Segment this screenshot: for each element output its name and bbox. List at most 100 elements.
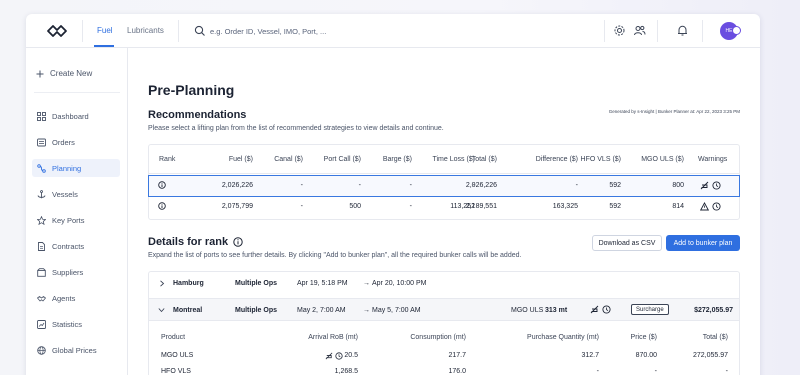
search-input[interactable] [210, 23, 430, 39]
sidebar-item-vessels[interactable]: Vessels [32, 185, 120, 203]
sidebar-item-label: Planning [52, 163, 82, 173]
bell-icon[interactable] [676, 24, 689, 37]
info-icon[interactable] [158, 181, 166, 189]
cell-purchase: - [596, 368, 599, 375]
create-new-button[interactable]: Create New [36, 69, 92, 78]
sidebar-item-contracts[interactable]: Contracts [32, 237, 120, 255]
clock-warning-icon[interactable] [712, 181, 721, 190]
box-icon [37, 267, 46, 277]
tab-fuel[interactable]: Fuel [97, 26, 113, 35]
no-barge-warning-icon[interactable] [700, 181, 709, 190]
port-row-montreal[interactable]: Montreal Multiple Ops May 2, 7:00 AM → M… [149, 298, 739, 321]
route-icon [37, 163, 46, 173]
divider [34, 92, 120, 93]
top-bar: Fuel Lubricants HE [26, 14, 760, 48]
tab-lubricants[interactable]: Lubricants [127, 26, 164, 35]
product-name: HFO VLS [161, 368, 191, 375]
alert-triangle-icon[interactable] [700, 202, 709, 211]
sidebar-item-global-prices[interactable]: Global Prices [32, 341, 120, 359]
details-title: Details for rank [148, 236, 243, 248]
star-icon [37, 215, 46, 225]
divider [657, 20, 658, 42]
sidebar: Create New Dashboard Orders Planning Ves… [26, 48, 128, 375]
cell-price: - [654, 368, 657, 375]
sidebar-item-label: Vessels [52, 189, 78, 199]
sidebar-item-key-ports[interactable]: Key Ports [32, 211, 120, 229]
create-new-label: Create New [50, 69, 93, 78]
mgo-value: 313 mt [545, 307, 568, 314]
logo-icon[interactable] [46, 23, 68, 39]
sidebar-item-orders[interactable]: Orders [32, 133, 120, 151]
clock-warning-icon[interactable] [602, 305, 611, 314]
sidebar-item-label: Contracts [52, 241, 85, 251]
port-row-hamburg[interactable]: Hamburg Multiple Ops Apr 19, 5:18 PM → A… [149, 272, 739, 295]
cell-difference: 163,325 [552, 203, 578, 210]
sidebar-item-label: Orders [52, 137, 75, 147]
recommendation-row-1[interactable]: 2,026,226 - - - - 2,026,226 - 592 800 [148, 175, 740, 197]
recommendations-title: Recommendations [148, 109, 247, 121]
table-header: Rank Fuel ($) Canal ($) Port Call ($) Ba… [149, 145, 739, 174]
port-departure: Apr 20, 10:00 PM [372, 280, 427, 287]
column-header: Warnings [698, 156, 728, 163]
users-icon[interactable] [633, 24, 646, 37]
generated-note: Generated by s-Insight | Bunker Planner … [608, 109, 740, 114]
divider [604, 20, 605, 42]
cell-arrival-rob: 20.5 [344, 352, 358, 359]
sidebar-item-statistics[interactable]: Statistics [32, 315, 120, 333]
cell-mgo-uls: 814 [672, 203, 684, 210]
sidebar-item-agents[interactable]: Agents [32, 289, 120, 307]
cell-total: - [725, 368, 728, 375]
cell-consumption: 176.0 [448, 368, 466, 375]
sidebar-item-label: Statistics [52, 319, 83, 329]
column-header: Product [161, 334, 186, 341]
grid-icon [37, 111, 46, 121]
product-name: MGO ULS [161, 352, 194, 359]
recommendations-table: Rank Fuel ($) Canal ($) Port Call ($) Ba… [148, 144, 740, 220]
arrow-right-icon: → [363, 280, 370, 287]
column-header: Difference ($) [535, 156, 578, 163]
sidebar-item-suppliers[interactable]: Suppliers [32, 263, 120, 281]
sidebar-item-planning[interactable]: Planning [32, 159, 120, 177]
column-header: MGO ULS ($) [641, 156, 684, 163]
settings-icon[interactable] [613, 24, 626, 37]
recommendation-row-2[interactable]: 2,075,799 - 500 - 113,252 2,189,551 163,… [149, 197, 739, 217]
details-subtitle: Expand the list of ports to see further … [148, 252, 522, 259]
port-departure: May 5, 7:00 AM [372, 307, 421, 314]
search-icon [194, 25, 205, 36]
column-header: Total ($) [702, 334, 728, 341]
column-header: Purchase Quantity (mt) [527, 334, 599, 341]
port-arrival: May 2, 7:00 AM [297, 307, 346, 314]
column-header: Consumption (mt) [410, 334, 466, 341]
no-barge-warning-icon[interactable] [590, 305, 599, 314]
ports-list: Hamburg Multiple Ops Apr 19, 5:18 PM → A… [148, 271, 740, 375]
active-tab-indicator [94, 45, 114, 47]
sidebar-item-label: Dashboard [52, 111, 89, 121]
port-ops: Multiple Ops [235, 307, 277, 314]
mgo-label: MGO ULS [511, 307, 544, 314]
info-icon[interactable] [158, 202, 166, 210]
app-window: Fuel Lubricants HE [26, 14, 760, 375]
sidebar-item-label: Suppliers [52, 267, 84, 277]
divider [702, 20, 703, 42]
cell-total: 272,055.97 [692, 352, 728, 359]
info-icon[interactable] [233, 237, 243, 247]
sidebar-item-dashboard[interactable]: Dashboard [32, 107, 120, 125]
cell-consumption: 217.7 [448, 352, 466, 359]
add-to-bunker-plan-button[interactable]: Add to bunker plan [666, 235, 740, 251]
chart-icon [37, 319, 46, 329]
column-header: Rank [159, 156, 176, 163]
sidebar-item-label: Key Ports [52, 215, 85, 225]
cell-difference: - [575, 182, 578, 189]
page-title: Pre-Planning [148, 82, 235, 98]
sidebar-item-label: Global Prices [52, 345, 97, 355]
column-header: Arrival RoB (mt) [308, 334, 358, 341]
download-csv-button[interactable]: Download as CSV [592, 235, 662, 251]
clock-warning-icon[interactable] [712, 202, 721, 211]
divider [178, 20, 179, 42]
recommendations-subtitle: Please select a lifting plan from the li… [148, 125, 444, 132]
document-icon [38, 241, 45, 251]
chevron-down-icon[interactable] [158, 307, 165, 313]
column-header: HFO VLS ($) [580, 156, 621, 163]
chevron-right-icon[interactable] [159, 280, 165, 287]
list-icon [37, 138, 46, 146]
